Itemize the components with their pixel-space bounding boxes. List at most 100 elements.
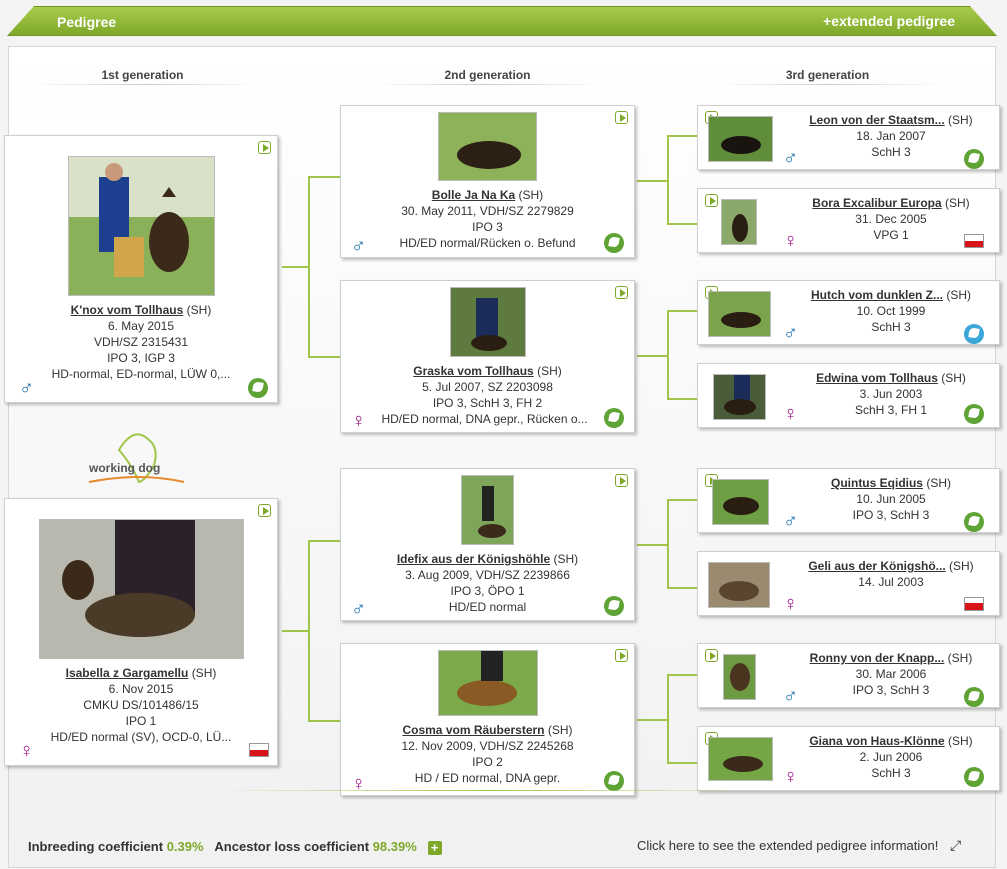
dog-photo[interactable] xyxy=(721,199,757,245)
dog-info-line: 2. Jun 2006 xyxy=(859,750,923,764)
dog-name-link[interactable]: Bolle Ja Na Ka xyxy=(432,188,515,202)
connector xyxy=(308,720,340,722)
dog-name-link[interactable]: Leon von der Staatsm... xyxy=(809,113,944,127)
dog-breed-tag: (SH) xyxy=(547,723,573,737)
dog-name-line: Graska vom Tollhaus (SH) xyxy=(341,363,634,379)
working-dog-icon[interactable] xyxy=(964,687,984,707)
connector xyxy=(282,266,310,268)
extended-pedigree-link[interactable]: +extended pedigree xyxy=(823,13,955,29)
dog-photo[interactable] xyxy=(67,156,215,296)
dog-photo[interactable] xyxy=(708,291,771,337)
dog-photo[interactable] xyxy=(461,475,514,545)
video-play-icon[interactable] xyxy=(615,649,628,662)
expand-plus-icon[interactable]: + xyxy=(427,840,442,855)
working-dog-icon[interactable] xyxy=(248,378,268,398)
connector xyxy=(282,630,310,632)
female-icon: ♀ xyxy=(783,403,798,425)
connector xyxy=(667,762,697,764)
dog-card-dss: Quintus Eqidius (SH) 10. Jun 2005 IPO 3,… xyxy=(697,468,1000,533)
connector xyxy=(308,176,340,178)
dog-name-link[interactable]: Ronny von der Knapp... xyxy=(810,651,945,665)
generation-label-1: 1st generation xyxy=(101,68,184,82)
female-icon: ♀ xyxy=(351,410,366,432)
dog-breed-tag: (SH) xyxy=(949,559,974,573)
video-play-icon[interactable] xyxy=(258,504,271,517)
working-dog-icon[interactable] xyxy=(604,771,624,791)
dog-info-line: 5. Jul 2007, SZ 2203098 xyxy=(422,380,553,394)
dog-name-link[interactable]: Geli aus der Königshö... xyxy=(808,559,945,573)
footer-divider xyxy=(210,790,770,791)
dog-breed-tag: (SH) xyxy=(537,364,562,378)
video-play-icon[interactable] xyxy=(258,141,271,154)
dog-name-link[interactable]: Hutch vom dunklen Z... xyxy=(811,288,943,302)
dog-info-line: 3. Aug 2009, VDH/SZ 2239866 xyxy=(405,568,570,582)
dog-name-link[interactable]: Graska vom Tollhaus xyxy=(413,364,534,378)
dog-photo[interactable] xyxy=(449,287,526,357)
dog-info-line: IPO 2 xyxy=(472,755,503,769)
connector xyxy=(308,356,340,358)
dog-card-sds: Hutch vom dunklen Z... (SH) 10. Oct 1999… xyxy=(697,280,1000,345)
generation-divider-1 xyxy=(30,84,260,85)
dog-breed-tag: (SH) xyxy=(553,552,579,566)
dog-info-line: CMKU DS/101486/15 xyxy=(83,698,199,712)
dog-card-sire: K'nox vom Tollhaus (SH) 6. May 2015 VDH/… xyxy=(4,135,278,403)
dog-card-dam-dam: Cosma vom Räuberstern (SH) 12. Nov 2009,… xyxy=(340,643,635,796)
dog-photo[interactable] xyxy=(708,737,773,781)
dog-info-line: IPO 3, IGP 3 xyxy=(107,351,175,365)
connector xyxy=(667,674,669,764)
video-play-icon[interactable] xyxy=(705,649,718,662)
working-dog-icon[interactable] xyxy=(604,233,624,253)
male-icon: ♂ xyxy=(351,598,366,620)
dog-photo[interactable] xyxy=(438,112,537,181)
dog-name-link[interactable]: Quintus Eqidius xyxy=(831,476,923,490)
video-play-icon[interactable] xyxy=(615,474,628,487)
dog-name-link[interactable]: Cosma vom Räuberstern xyxy=(402,723,544,737)
connector xyxy=(667,135,697,137)
video-play-icon[interactable] xyxy=(615,111,628,124)
working-dog-icon[interactable] xyxy=(964,767,984,787)
generation-label-2: 2nd generation xyxy=(444,68,531,82)
club-flag-icon[interactable] xyxy=(964,234,984,248)
working-dog-icon[interactable] xyxy=(964,512,984,532)
club-flag-icon[interactable] xyxy=(249,743,269,757)
connector xyxy=(667,398,697,400)
connector xyxy=(637,719,669,721)
dog-breed-tag: (SH) xyxy=(948,734,973,748)
dog-name-line: Quintus Eqidius (SH) xyxy=(783,475,999,491)
dog-breed-tag: (SH) xyxy=(948,113,973,127)
dog-card-sire-dam: Graska vom Tollhaus (SH) 5. Jul 2007, SZ… xyxy=(340,280,635,433)
dog-name-link[interactable]: Bora Excalibur Europa xyxy=(812,196,941,210)
dog-name-line: Giana von Haus-Klönne (SH) xyxy=(783,733,999,749)
fci-badge-icon[interactable] xyxy=(964,324,984,344)
working-dog-icon[interactable] xyxy=(604,408,624,428)
dog-name-link[interactable]: Giana von Haus-Klönne xyxy=(809,734,944,748)
female-icon: ♀ xyxy=(783,593,798,615)
dog-name-link[interactable]: Idefix aus der Königshöhle xyxy=(397,552,550,566)
dog-photo[interactable] xyxy=(437,650,538,716)
dog-photo[interactable] xyxy=(713,374,766,420)
female-icon: ♀ xyxy=(19,740,34,762)
dog-name-link[interactable]: K'nox vom Tollhaus xyxy=(71,303,184,317)
working-dog-icon[interactable] xyxy=(964,149,984,169)
video-play-icon[interactable] xyxy=(615,286,628,299)
oekv-badge-icon[interactable] xyxy=(964,597,984,611)
dog-card-sire-sire: Bolle Ja Na Ka (SH) 30. May 2011, VDH/SZ… xyxy=(340,105,635,258)
dog-photo[interactable] xyxy=(708,562,770,608)
working-dog-icon[interactable] xyxy=(964,404,984,424)
dog-photo[interactable] xyxy=(708,116,773,162)
dog-photo[interactable] xyxy=(723,654,756,700)
extended-info-link[interactable]: Click here to see the extended pedigree … xyxy=(637,837,961,854)
extended-info-text: Click here to see the extended pedigree … xyxy=(637,838,939,853)
dog-photo[interactable] xyxy=(38,519,244,659)
working-dog-icon[interactable] xyxy=(604,596,624,616)
dog-breed-tag: (SH) xyxy=(946,288,972,302)
dog-name-link[interactable]: Isabella z Gargamellu xyxy=(66,666,189,680)
expand-arrows-icon[interactable]: ⤢ xyxy=(950,837,961,853)
connector xyxy=(667,135,669,225)
dog-card-sdd: Edwina vom Tollhaus (SH) 3. Jun 2003 Sch… xyxy=(697,363,1000,428)
video-play-icon[interactable] xyxy=(705,194,718,207)
connector xyxy=(637,544,669,546)
connector xyxy=(667,310,669,400)
dog-name-link[interactable]: Edwina vom Tollhaus xyxy=(816,371,938,385)
dog-photo[interactable] xyxy=(712,479,769,525)
